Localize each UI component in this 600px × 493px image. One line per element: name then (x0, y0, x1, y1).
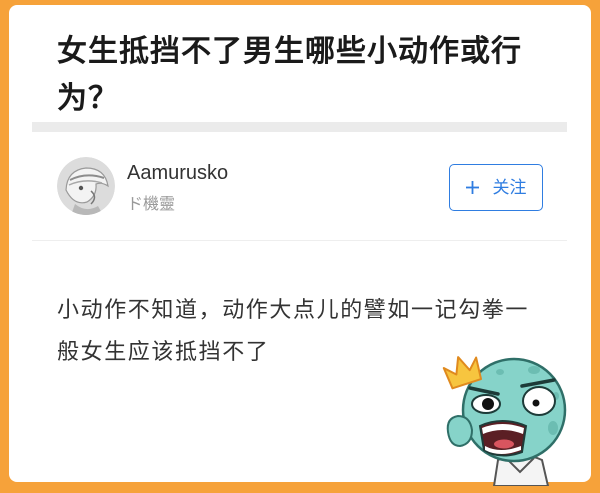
author-avatar[interactable] (57, 157, 115, 215)
author-subtitle: ド機靈 (127, 196, 176, 213)
angry-cartoon-sticker-icon (442, 356, 567, 486)
section-separator (32, 122, 567, 132)
mascot-hand (446, 414, 474, 448)
avatar-image (57, 157, 115, 215)
orange-frame: 女生抵挡不了男生哪些小动作或行为？ Aamurusko ド機靈 关注 小动作不知… (0, 0, 600, 493)
author-divider (32, 240, 567, 241)
author-name[interactable]: Aamurusko (127, 160, 228, 186)
mascot-left-eye (471, 394, 501, 414)
mascot-mouth (478, 420, 528, 457)
mascot-right-eye (522, 386, 556, 416)
follow-button-label: 关注 (492, 177, 527, 197)
question-title[interactable]: 女生抵挡不了男生哪些小动作或行为？ (57, 28, 543, 122)
follow-button[interactable]: 关注 (449, 164, 543, 211)
plus-icon (465, 181, 479, 194)
